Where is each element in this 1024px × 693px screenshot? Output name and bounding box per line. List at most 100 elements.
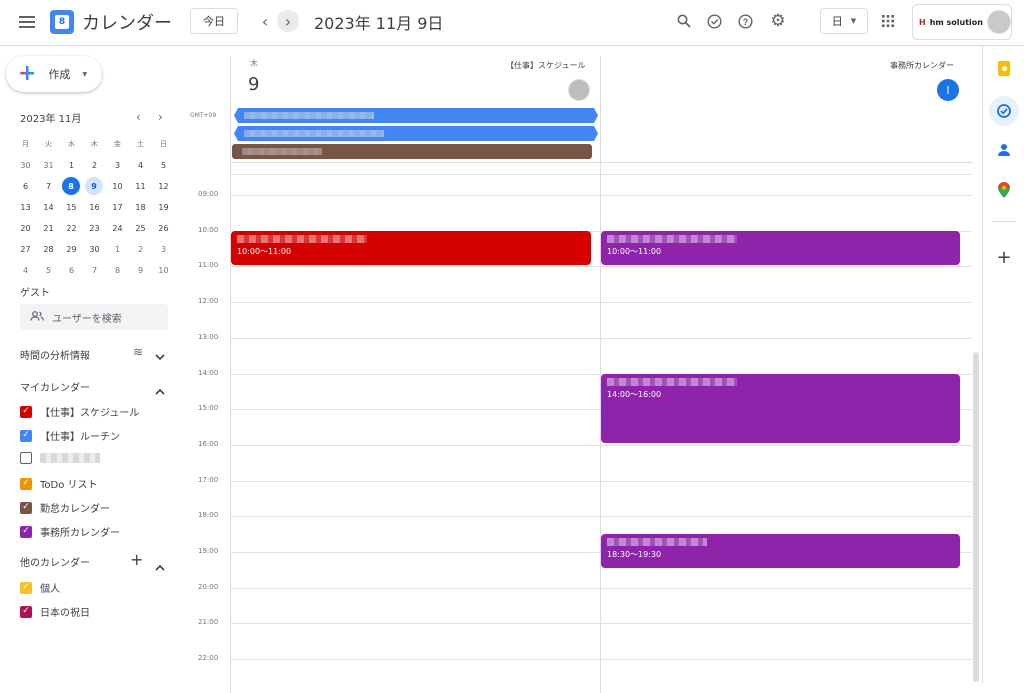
view-select[interactable]: 日 ▼: [820, 8, 868, 34]
mini-calendar-day[interactable]: 28: [37, 239, 60, 259]
add-addon-icon[interactable]: +: [992, 245, 1016, 269]
mini-calendar-day[interactable]: 8: [62, 177, 80, 195]
column-divider: [230, 56, 231, 693]
checkbox-checked-icon[interactable]: ✓: [20, 525, 32, 538]
analytics-sparkle-icon[interactable]: ≋: [133, 345, 143, 359]
calendar-event[interactable]: 10:00～11:00: [601, 231, 960, 265]
my-calendars-label[interactable]: マイカレンダー: [20, 379, 90, 394]
mini-calendar-day[interactable]: 1: [60, 155, 83, 175]
calendar-list-item[interactable]: ✓ 【仕事】ルーチン: [20, 428, 120, 443]
calendar-event[interactable]: 18:30～19:30: [601, 534, 960, 568]
mini-calendar-day[interactable]: 9: [129, 260, 152, 280]
mini-prev-icon[interactable]: ‹: [136, 110, 141, 124]
create-button[interactable]: + 作成 ▼: [6, 56, 102, 92]
mini-calendar-day[interactable]: 3: [152, 239, 175, 259]
mini-calendar-day[interactable]: 23: [83, 218, 106, 238]
checkbox-checked-icon[interactable]: ✓: [20, 429, 32, 442]
mini-calendar-day[interactable]: 4: [14, 260, 37, 280]
calendar-list-item[interactable]: ✓ 個人: [20, 580, 60, 595]
calendar-event[interactable]: 14:00～16:00: [601, 374, 960, 443]
mini-calendar-day[interactable]: 27: [14, 239, 37, 259]
mini-calendar-day[interactable]: 20: [14, 218, 37, 238]
all-day-event[interactable]: [234, 126, 598, 141]
mini-calendar-day[interactable]: 5: [37, 260, 60, 280]
mini-calendar-day[interactable]: 15: [60, 197, 83, 217]
mini-calendar-day[interactable]: 30: [14, 155, 37, 175]
calendar-list-item[interactable]: ✓ 日本の祝日: [20, 604, 90, 619]
account-switcher[interactable]: H hm solution: [912, 4, 1012, 40]
help-icon[interactable]: ?: [735, 11, 755, 31]
all-day-event[interactable]: [232, 144, 592, 159]
tasks-icon[interactable]: [989, 96, 1019, 126]
mini-calendar-day[interactable]: 9: [85, 177, 103, 195]
search-icon[interactable]: [674, 11, 694, 31]
search-user-input[interactable]: ユーザーを検索: [20, 304, 168, 330]
calendar-list-item[interactable]: ✓ 勤怠カレンダー: [20, 500, 110, 515]
apps-grid-icon[interactable]: [878, 11, 898, 31]
mini-calendar-day[interactable]: 10: [106, 176, 129, 196]
mini-calendar-day[interactable]: 4: [129, 155, 152, 175]
mini-calendar-day[interactable]: 7: [37, 176, 60, 196]
mini-calendar-day[interactable]: 10: [152, 260, 175, 280]
mini-calendar-day[interactable]: 18: [129, 197, 152, 217]
mini-calendar-day[interactable]: 2: [83, 155, 106, 175]
all-day-event[interactable]: [234, 108, 598, 123]
weekday-header: 土: [137, 140, 144, 148]
checkbox-checked-icon[interactable]: ✓: [20, 581, 32, 594]
checkbox-checked-icon[interactable]: ✓: [20, 605, 32, 618]
settings-gear-icon[interactable]: ⚙: [768, 11, 788, 31]
mini-calendar-day[interactable]: 5: [152, 155, 175, 175]
keep-notes-icon[interactable]: [992, 56, 1016, 80]
calendar-list-item[interactable]: ✓ ToDo リスト: [20, 476, 98, 491]
mini-calendar-day[interactable]: 19: [152, 197, 175, 217]
calendar-event[interactable]: 10:00～11:00: [231, 231, 591, 265]
maps-pin-icon[interactable]: [992, 178, 1016, 202]
calendar-list-item[interactable]: ✓ 【仕事】スケジュール: [20, 404, 139, 419]
column-divider: [600, 56, 601, 693]
avatar[interactable]: [986, 10, 1011, 34]
main-menu-icon[interactable]: [14, 9, 40, 35]
mini-next-icon[interactable]: ›: [158, 110, 163, 124]
mini-calendar-day[interactable]: 16: [83, 197, 106, 217]
mini-calendar-day[interactable]: 17: [106, 197, 129, 217]
mini-calendar-day[interactable]: 12: [152, 176, 175, 196]
analytics-label[interactable]: 時間の分析情報: [20, 347, 90, 362]
mini-calendar-day[interactable]: 30: [83, 239, 106, 259]
other-calendars-label[interactable]: 他のカレンダー: [20, 554, 90, 569]
calendar-list-item[interactable]: ✓ 事務所カレンダー: [20, 524, 120, 539]
mini-calendar-day[interactable]: 1: [106, 239, 129, 259]
mini-calendar-day[interactable]: 14: [37, 197, 60, 217]
next-day-icon[interactable]: ›: [277, 10, 299, 32]
prev-day-icon[interactable]: ‹: [254, 10, 276, 32]
mini-calendar-day[interactable]: 11: [129, 176, 152, 196]
scrollbar[interactable]: [973, 352, 979, 682]
calendar-list-item[interactable]: [20, 452, 100, 464]
mini-calendar-day[interactable]: 25: [129, 218, 152, 238]
mini-calendar-day[interactable]: 13: [14, 197, 37, 217]
chevron-up-icon[interactable]: [155, 380, 165, 399]
mini-calendar-day[interactable]: 2: [129, 239, 152, 259]
mini-calendar-day[interactable]: 6: [14, 176, 37, 196]
mini-calendar-day[interactable]: 7: [83, 260, 106, 280]
mini-calendar-day[interactable]: 24: [106, 218, 129, 238]
add-calendar-icon[interactable]: +: [130, 550, 143, 569]
today-button[interactable]: 今日: [190, 8, 238, 34]
chevron-down-icon[interactable]: [155, 346, 165, 365]
mini-calendar-day[interactable]: 29: [60, 239, 83, 259]
checkbox-checked-icon[interactable]: ✓: [20, 477, 32, 490]
contacts-icon[interactable]: [992, 138, 1016, 162]
tasks-check-icon[interactable]: [704, 11, 724, 31]
mini-calendar-month: 2023年 11月: [20, 114, 82, 125]
mini-calendar-day[interactable]: 22: [60, 218, 83, 238]
checkbox-checked-icon[interactable]: ✓: [20, 405, 32, 418]
chevron-up-icon[interactable]: [155, 556, 165, 575]
day-number[interactable]: 9: [248, 74, 259, 95]
mini-calendar-day[interactable]: 3: [106, 155, 129, 175]
mini-calendar-day[interactable]: 6: [60, 260, 83, 280]
mini-calendar-day[interactable]: 31: [37, 155, 60, 175]
checkbox-unchecked-icon[interactable]: [20, 452, 32, 464]
mini-calendar-day[interactable]: 26: [152, 218, 175, 238]
checkbox-checked-icon[interactable]: ✓: [20, 501, 32, 514]
mini-calendar-day[interactable]: 8: [106, 260, 129, 280]
mini-calendar-day[interactable]: 21: [37, 218, 60, 238]
